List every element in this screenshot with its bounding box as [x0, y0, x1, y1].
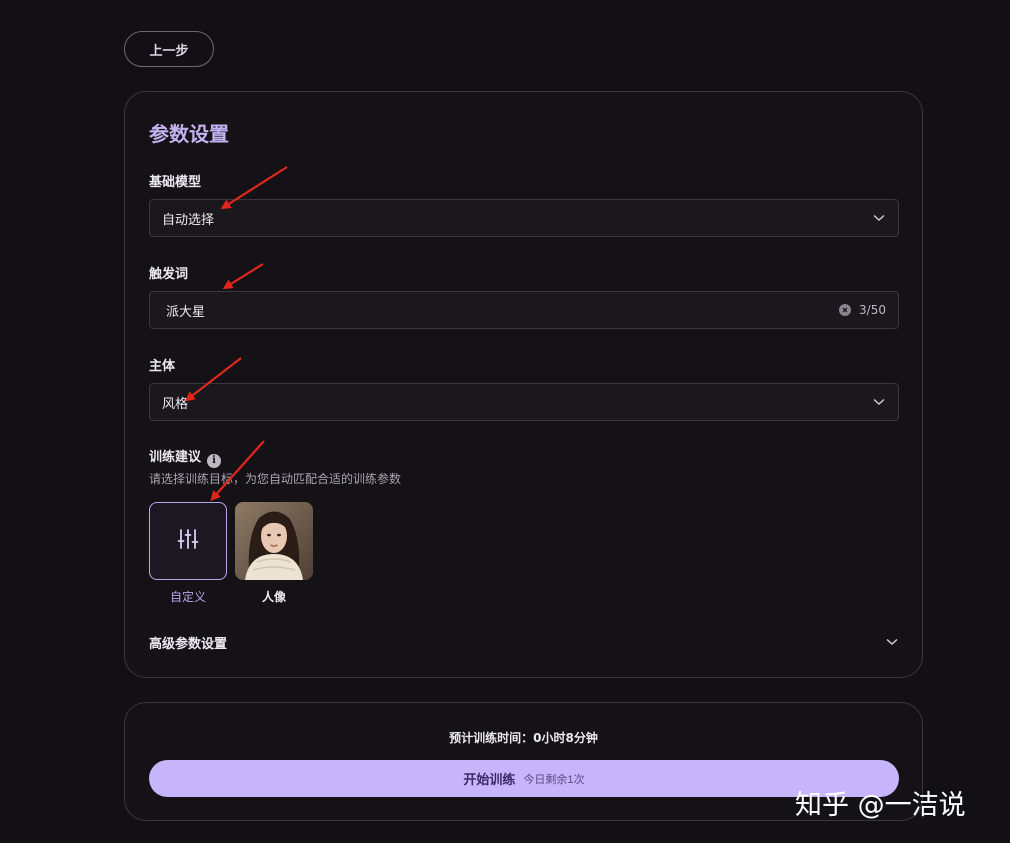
clear-icon[interactable]: [839, 304, 852, 316]
chevron-down-icon: [872, 395, 886, 409]
base-model-label: 基础模型: [149, 175, 202, 190]
suggestion-label-text: 训练建议: [149, 450, 202, 465]
back-button[interactable]: 上一步: [124, 31, 214, 67]
option-portrait-label: 人像: [261, 590, 286, 604]
advanced-settings-toggle[interactable]: 高级参数设置: [149, 632, 899, 652]
chevron-down-icon: [872, 211, 886, 225]
subject-value: 风格: [162, 396, 189, 412]
estimated-time: 预计训练时间：0小时8分钟: [449, 731, 598, 745]
suggestion-label: 训练建议 i: [149, 446, 222, 468]
base-model-select[interactable]: 自动选择: [149, 199, 899, 237]
params-card: 参数设置 基础模型 自动选择 触发词 派大星 3/50 主体 风格 训练建议 i …: [124, 91, 923, 678]
start-training-button[interactable]: 开始训练 今日剩余1次: [149, 760, 899, 797]
trigger-word-label: 触发词: [149, 267, 189, 282]
suggestion-hint: 请选择训练目标，为您自动匹配合适的训练参数: [149, 472, 402, 486]
option-portrait[interactable]: [235, 502, 313, 580]
trigger-word-value: 派大星: [166, 304, 206, 320]
char-count: 3/50: [859, 303, 886, 317]
info-icon[interactable]: i: [207, 453, 222, 468]
portrait-thumbnail: [235, 502, 313, 580]
page-title: 参数设置: [149, 122, 229, 146]
start-training-label: 开始训练: [463, 772, 516, 787]
watermark: 知乎 @一洁说: [795, 790, 966, 821]
chevron-down-icon: [885, 635, 899, 649]
subject-label: 主体: [149, 359, 176, 374]
base-model-value: 自动选择: [162, 212, 215, 228]
sliders-icon: [177, 528, 199, 554]
advanced-settings-label: 高级参数设置: [149, 636, 228, 652]
remaining-count: 今日剩余1次: [523, 773, 585, 786]
subject-select[interactable]: 风格: [149, 383, 899, 421]
option-custom[interactable]: [149, 502, 227, 580]
option-custom-label: 自定义: [169, 590, 206, 604]
trigger-word-input[interactable]: 派大星 3/50: [149, 291, 899, 329]
